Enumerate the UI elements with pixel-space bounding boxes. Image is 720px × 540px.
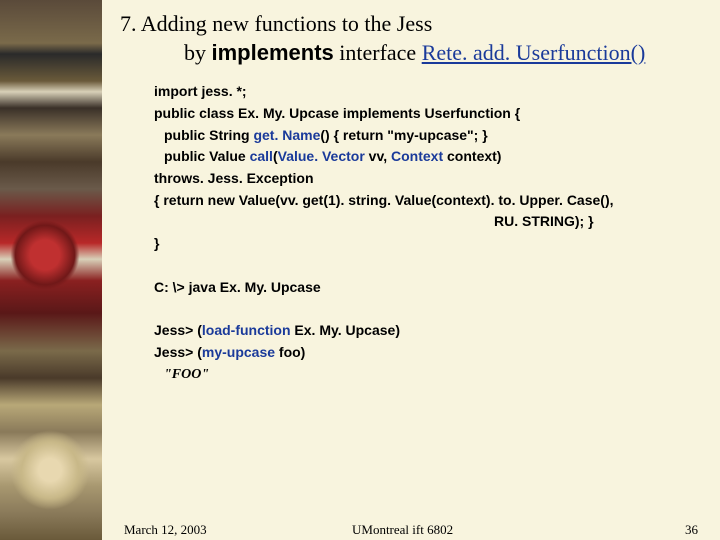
code-block: import jess. *; public class Ex. My. Upc…: [154, 81, 720, 385]
code-line: public Value call(Value. Vector vv, Cont…: [164, 146, 720, 168]
footer-center: UMontreal ift 6802: [352, 522, 453, 538]
code-line: public class Ex. My. Upcase implements U…: [154, 103, 720, 125]
cmd-line: C: \> java Ex. My. Upcase: [154, 277, 720, 299]
code-line: { return new Value(vv. get(1). string. V…: [154, 190, 720, 212]
slide-content: 7. Adding new functions to the Jess by i…: [102, 0, 720, 540]
slide-heading: 7. Adding new functions to the Jess by i…: [120, 10, 720, 67]
decorative-sidebar: [0, 0, 102, 540]
code-line: }: [154, 233, 720, 255]
jess-line: Jess> (my-upcase foo): [154, 342, 720, 364]
jess-line: Jess> (load-function Ex. My. Upcase): [154, 320, 720, 342]
output-line: "FOO": [164, 364, 720, 386]
heading-line2: by implements interface Rete. add. Userf…: [184, 39, 720, 68]
footer-page-number: 36: [685, 522, 698, 538]
heading-line1: 7. Adding new functions to the Jess: [120, 10, 720, 39]
code-line: import jess. *;: [154, 81, 720, 103]
rete-link: Rete. add. Userfunction(): [422, 40, 646, 65]
code-line: RU. STRING); }: [494, 211, 720, 233]
code-line: throws. Jess. Exception: [154, 168, 720, 190]
footer-date: March 12, 2003: [124, 522, 207, 538]
code-line: public String get. Name() { return "my-u…: [164, 125, 720, 147]
